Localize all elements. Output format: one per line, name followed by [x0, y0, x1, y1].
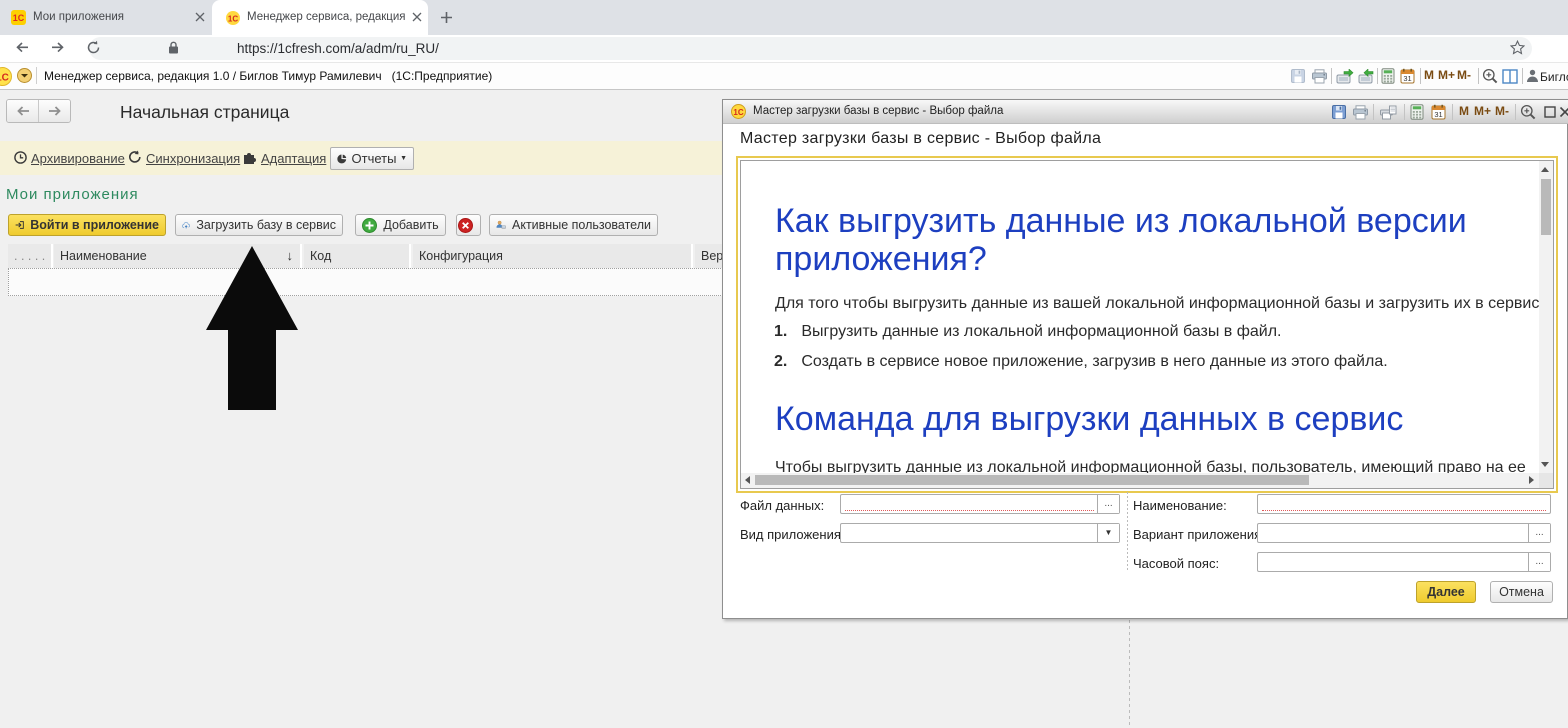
svg-text:1С: 1С [13, 13, 25, 23]
svg-text:31: 31 [1403, 74, 1411, 83]
svg-text:1С: 1С [228, 15, 238, 24]
svg-text:31: 31 [1434, 110, 1442, 119]
